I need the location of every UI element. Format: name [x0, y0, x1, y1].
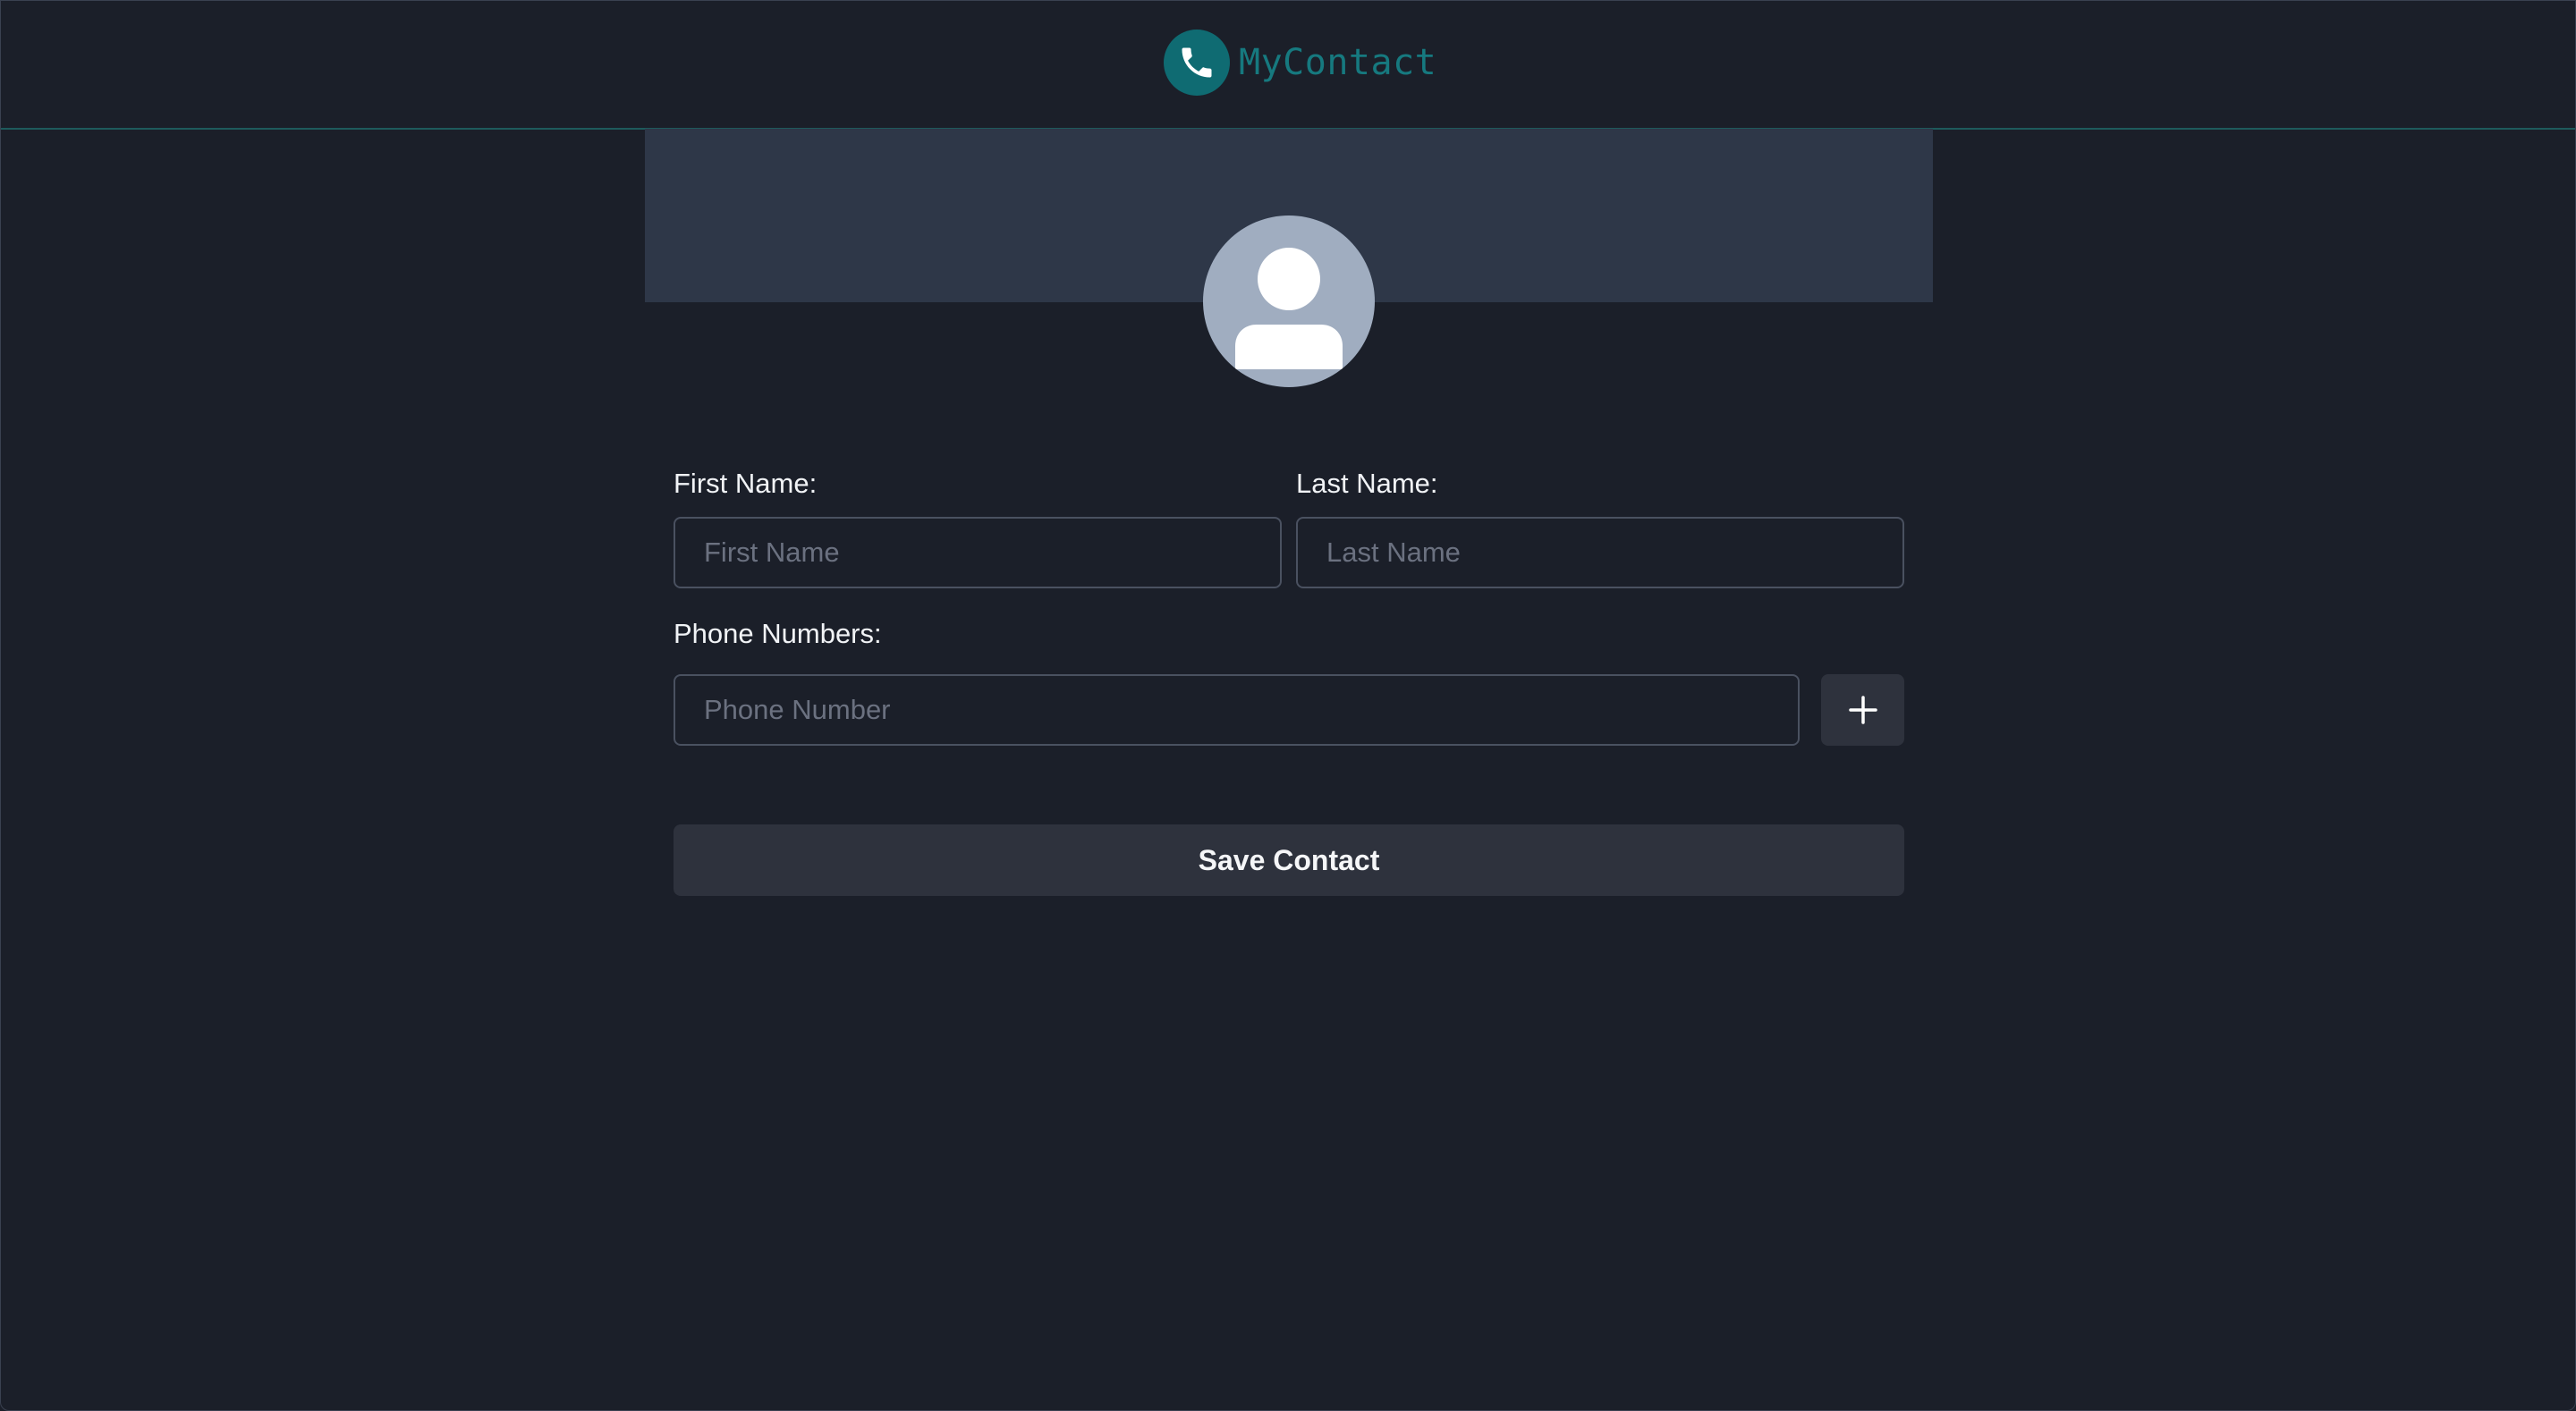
- last-name-input[interactable]: [1296, 517, 1904, 588]
- avatar[interactable]: [1203, 215, 1375, 387]
- save-contact-button[interactable]: Save Contact: [674, 824, 1904, 896]
- app-logo[interactable]: MyContact: [1164, 30, 1436, 96]
- phone-icon: [1164, 30, 1230, 96]
- phone-number-input[interactable]: [674, 674, 1800, 746]
- last-name-label: Last Name:: [1296, 468, 1438, 499]
- user-silhouette-icon: [1235, 248, 1343, 369]
- app-window: MyContact First Name: Last Name: Phone N…: [0, 0, 2576, 1411]
- add-phone-button[interactable]: [1821, 674, 1904, 746]
- plus-icon: [1848, 696, 1877, 724]
- first-name-label: First Name:: [674, 468, 818, 499]
- phone-numbers-label: Phone Numbers:: [674, 618, 882, 649]
- first-name-input[interactable]: [674, 517, 1282, 588]
- app-name: MyContact: [1239, 42, 1437, 83]
- navbar: MyContact: [1, 1, 2575, 130]
